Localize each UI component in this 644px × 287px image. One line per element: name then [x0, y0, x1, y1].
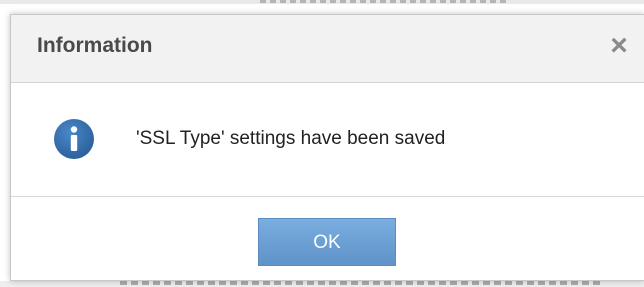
background-page-text-top: [260, 0, 510, 3]
info-icon: [53, 118, 95, 160]
dialog-title: Information: [37, 34, 153, 57]
close-icon[interactable]: ×: [604, 29, 634, 63]
dialog-footer: OK: [11, 197, 644, 282]
dialog-message: 'SSL Type' settings have been saved: [136, 128, 446, 149]
dialog-header: Information ×: [11, 15, 644, 83]
information-dialog: Information × 'SSL Type' settings have b…: [10, 14, 644, 281]
dialog-body: 'SSL Type' settings have been saved: [11, 83, 644, 197]
ok-button[interactable]: OK: [258, 218, 396, 266]
